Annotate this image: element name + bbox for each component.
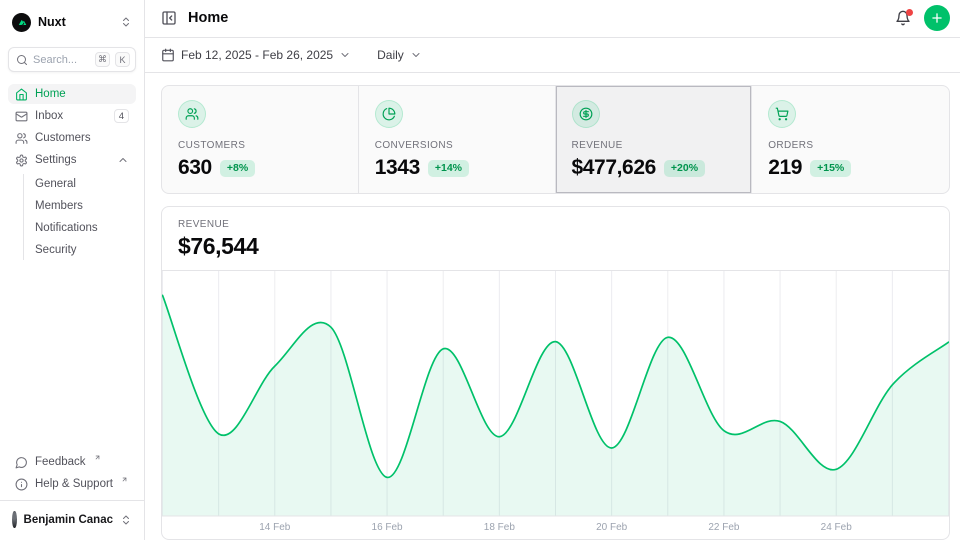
chart-canvas: 14 Feb 16 Feb 18 Feb 20 Feb 22 Feb 24 Feb (162, 271, 949, 539)
stat-delta-badge: +8% (220, 160, 255, 177)
stat-delta-badge: +15% (810, 160, 851, 177)
date-range-picker[interactable]: Feb 12, 2025 - Feb 26, 2025 (161, 48, 351, 62)
chevron-down-icon (410, 49, 422, 61)
plus-icon (930, 11, 944, 25)
stat-card-orders[interactable]: ORDERS 219 +15% (752, 86, 949, 193)
sidebar-item-label: Inbox (35, 110, 63, 122)
search-icon (16, 54, 28, 66)
calendar-icon (161, 48, 175, 62)
stat-card-customers[interactable]: CUSTOMERS 630 +8% (162, 86, 359, 193)
home-icon (15, 88, 28, 101)
external-link-icon (94, 454, 101, 461)
nuxt-logo-icon (12, 13, 31, 32)
kbd-meta: ⌘ (95, 52, 110, 67)
search-input[interactable]: Search... ⌘ K (8, 47, 136, 72)
sidebar-divider (0, 500, 144, 501)
sidebar-item-security[interactable]: Security (35, 240, 136, 260)
chart-metric-value: $76,544 (178, 233, 933, 260)
svg-text:18 Feb: 18 Feb (484, 522, 516, 533)
sidebar-item-members[interactable]: Members (35, 196, 136, 216)
inbox-icon (15, 110, 28, 123)
period-label: Daily (377, 48, 404, 62)
svg-text:14 Feb: 14 Feb (259, 522, 291, 533)
main-panel: Home Feb 12, 2025 - Feb 26, 2025 (145, 0, 960, 540)
stat-value: 630 (178, 156, 212, 180)
avatar (12, 511, 17, 528)
stat-delta-badge: +20% (664, 160, 705, 177)
stat-delta-badge: +14% (428, 160, 469, 177)
page-title: Home (188, 10, 228, 26)
cart-icon (768, 100, 796, 128)
svg-text:20 Feb: 20 Feb (596, 522, 628, 533)
feedback-link[interactable]: Feedback (8, 452, 136, 472)
panel-left-close-icon (161, 10, 177, 26)
stat-label: CUSTOMERS (178, 140, 342, 151)
stat-value: $477,626 (572, 156, 656, 180)
stats-row: CUSTOMERS 630 +8% CONVERSIONS 1343 +14% (161, 85, 950, 194)
search-placeholder: Search... (33, 54, 90, 66)
stat-label: CONVERSIONS (375, 140, 539, 151)
sidebar-collapse-button[interactable] (159, 8, 179, 28)
inbox-count-badge: 4 (114, 109, 129, 123)
stat-card-revenue[interactable]: REVENUE $477,626 +20% (556, 86, 753, 193)
circle-dollar-icon (572, 100, 600, 128)
filters-toolbar: Feb 12, 2025 - Feb 26, 2025 Daily (145, 38, 960, 73)
stat-label: ORDERS (768, 140, 933, 151)
users-icon (15, 132, 28, 145)
revenue-chart-card: REVENUE $76,544 14 Feb 16 Feb 18 Feb 20 Feb… (161, 206, 950, 540)
user-menu[interactable]: Benjamin Canac (8, 503, 136, 536)
help-support-link[interactable]: Help & Support (8, 474, 136, 494)
notification-dot (906, 9, 913, 16)
date-range-label: Feb 12, 2025 - Feb 26, 2025 (181, 48, 333, 62)
app-window: Nuxt Search... ⌘ K Home (0, 0, 960, 540)
settings-subnav: General Members Notifications Security (23, 174, 136, 260)
sidebar-item-label: Home (35, 88, 66, 100)
sidebar-item-notifications[interactable]: Notifications (35, 218, 136, 238)
sidebar: Nuxt Search... ⌘ K Home (0, 0, 145, 540)
external-link-icon (121, 476, 128, 483)
workspace-name: Nuxt (38, 15, 66, 29)
chat-bubble-icon (15, 456, 28, 469)
sidebar-nav: Home Inbox 4 Customers Settings (8, 84, 136, 260)
feedback-label: Feedback (35, 456, 86, 468)
gear-icon (15, 154, 28, 167)
chevron-up-icon (117, 154, 129, 166)
stat-label: REVENUE (572, 140, 736, 151)
revenue-area-chart[interactable]: 14 Feb 16 Feb 18 Feb 20 Feb 22 Feb 24 Feb (162, 271, 949, 539)
period-select[interactable]: Daily (377, 48, 422, 62)
chevrons-up-down-icon (120, 514, 132, 526)
sidebar-item-label: Settings (35, 154, 77, 166)
sidebar-footer: Feedback Help & Support Benjamin Canac (8, 452, 136, 540)
users-icon (178, 100, 206, 128)
sidebar-item-label: Customers (35, 132, 91, 144)
sidebar-item-settings[interactable]: Settings (8, 150, 136, 170)
user-name: Benjamin Canac (24, 514, 113, 526)
info-circle-icon (15, 478, 28, 491)
dashboard-content: CUSTOMERS 630 +8% CONVERSIONS 1343 +14% (145, 73, 960, 540)
chevron-down-icon (339, 49, 351, 61)
help-support-label: Help & Support (35, 478, 113, 490)
svg-text:22 Feb: 22 Feb (708, 522, 740, 533)
pie-chart-icon (375, 100, 403, 128)
add-button[interactable] (924, 5, 950, 31)
stat-value: 219 (768, 156, 802, 180)
workspace-switcher[interactable]: Nuxt (8, 10, 136, 34)
notifications-button[interactable] (891, 6, 915, 30)
stat-card-conversions[interactable]: CONVERSIONS 1343 +14% (359, 86, 556, 193)
sidebar-item-inbox[interactable]: Inbox 4 (8, 106, 136, 126)
svg-text:24 Feb: 24 Feb (821, 522, 853, 533)
stat-value: 1343 (375, 156, 420, 180)
svg-text:16 Feb: 16 Feb (372, 522, 404, 533)
kbd-k: K (115, 52, 130, 67)
sidebar-item-general[interactable]: General (35, 174, 136, 194)
sidebar-item-customers[interactable]: Customers (8, 128, 136, 148)
top-header: Home (145, 0, 960, 38)
chart-metric-label: REVENUE (178, 219, 933, 230)
sidebar-item-home[interactable]: Home (8, 84, 136, 104)
chevrons-up-down-icon (120, 16, 132, 28)
chart-header: REVENUE $76,544 (162, 207, 949, 271)
